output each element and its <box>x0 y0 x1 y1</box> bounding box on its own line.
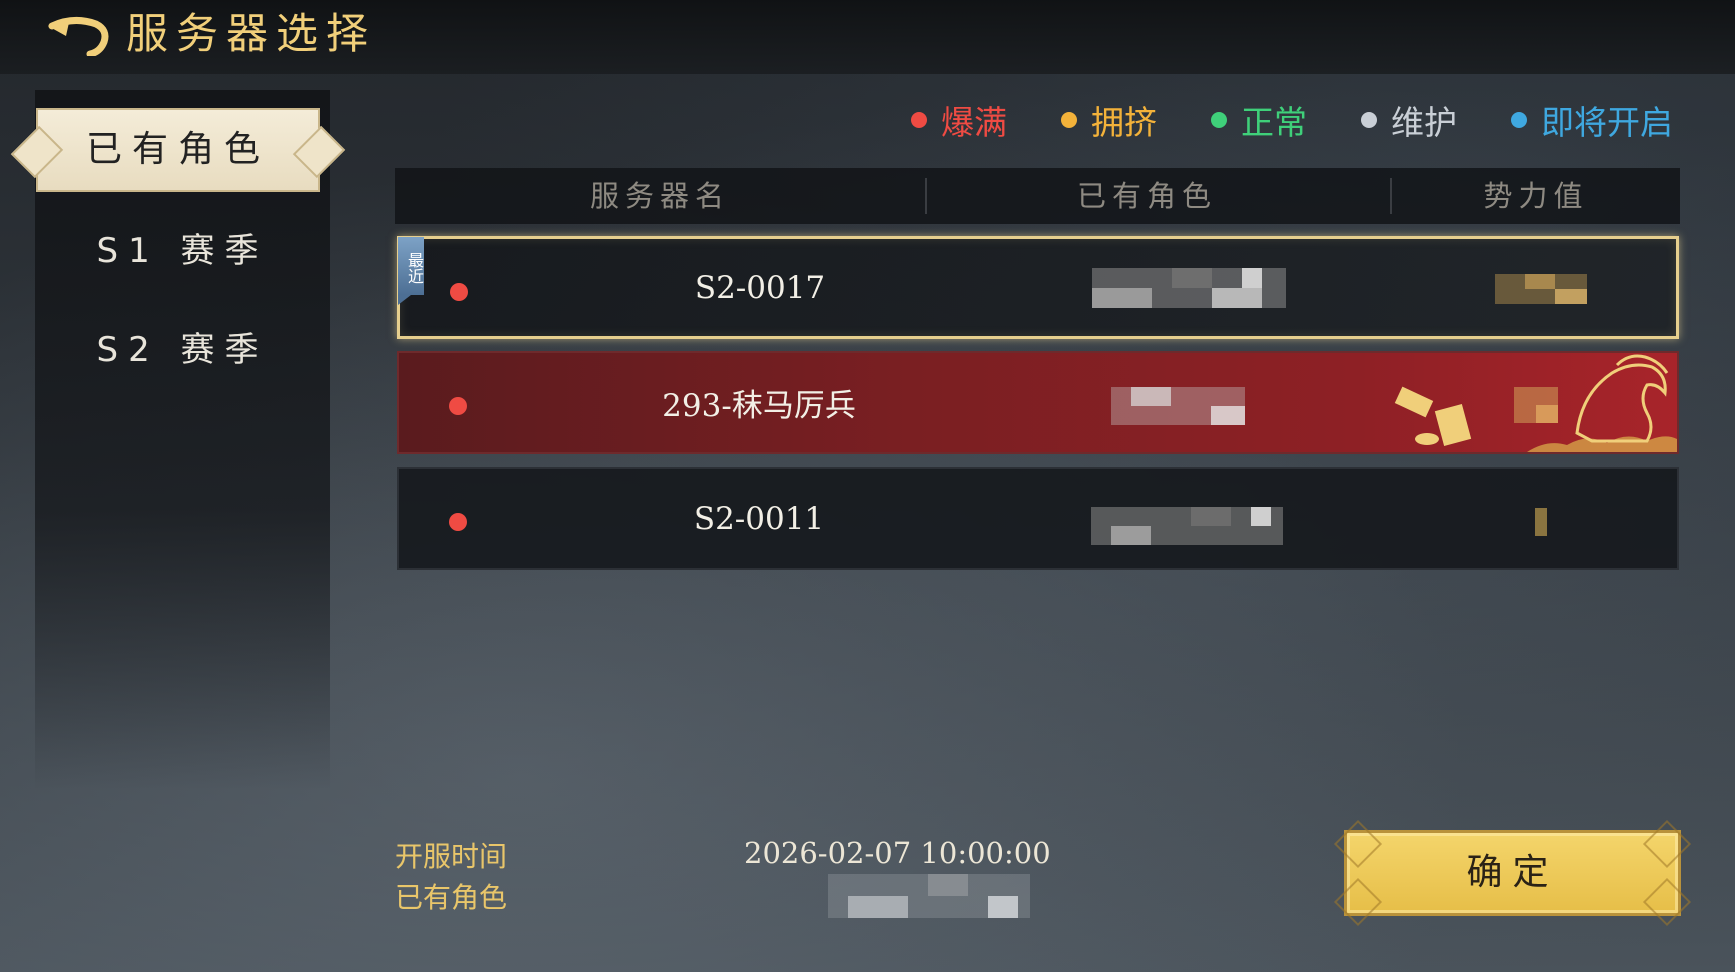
confirm-label: 确定 <box>1466 852 1559 893</box>
status-dot-icon <box>1361 112 1377 128</box>
redacted-role-info <box>1091 507 1283 545</box>
tab-existing-roles[interactable]: 已有角色 <box>28 108 328 192</box>
server-name: 293-秣马厉兵 <box>662 388 856 424</box>
legend-full: 爆满 <box>911 96 1007 144</box>
legend-label: 正常 <box>1241 103 1307 142</box>
server-name: S2-0011 <box>693 500 825 537</box>
legend-label: 爆满 <box>941 103 1007 142</box>
status-dot-icon <box>450 283 468 301</box>
open-time-label: 开服时间 <box>395 840 508 873</box>
tab-s2-season[interactable]: S2 赛季 <box>35 315 330 385</box>
horse-decoration-icon <box>1394 354 1677 452</box>
tab-label: 已有角色 <box>85 129 270 170</box>
column-server-name: 服务器名 <box>589 179 730 213</box>
roles-label: 已有角色 <box>395 881 508 914</box>
status-dot-icon <box>449 513 467 531</box>
server-row-s2-0017[interactable]: 最近 S2-0017 <box>397 236 1679 339</box>
redacted-role-info <box>1092 268 1286 308</box>
tab-s1-season[interactable]: S1 赛季 <box>35 216 330 286</box>
server-row-293[interactable]: 293-秣马厉兵 <box>397 351 1679 454</box>
legend-label: 维护 <box>1391 103 1457 142</box>
recent-tag: 最近 <box>398 237 424 305</box>
redacted-role-info <box>1111 387 1245 425</box>
status-dot-icon <box>449 397 467 415</box>
back-button[interactable] <box>44 12 114 58</box>
sidebar <box>35 90 330 790</box>
open-time-value: 2026-02-07 10:00:00 <box>744 836 1051 870</box>
table-header: 服务器名 已有角色 势力值 <box>395 168 1680 224</box>
server-row-s2-0011[interactable]: S2-0011 <box>397 467 1679 570</box>
status-dot-icon <box>1511 112 1527 128</box>
page-title: 服务器选择 <box>126 9 377 58</box>
legend-label: 拥挤 <box>1091 103 1157 142</box>
redacted-power-value <box>1495 274 1587 304</box>
legend-label: 即将开启 <box>1541 103 1673 142</box>
redacted-power-value <box>1535 508 1547 536</box>
legend-opening-soon: 即将开启 <box>1511 96 1673 144</box>
confirm-button[interactable]: 确定 <box>1333 819 1692 927</box>
legend-maintenance: 维护 <box>1361 96 1457 144</box>
legend-normal: 正常 <box>1211 96 1307 144</box>
back-arrow-icon <box>48 17 109 58</box>
tab-label: S1 赛季 <box>96 231 269 271</box>
column-roles: 已有角色 <box>1076 179 1217 213</box>
server-name: S2-0017 <box>694 269 826 306</box>
legend-crowded: 拥挤 <box>1061 96 1157 144</box>
status-legend: 爆满 拥挤 正常 维护 即将开启 <box>911 96 1673 144</box>
status-dot-icon <box>1211 112 1227 128</box>
status-dot-icon <box>911 112 927 128</box>
column-power: 势力值 <box>1483 179 1589 213</box>
redacted-role-info <box>828 874 1030 918</box>
status-dot-icon <box>1061 112 1077 128</box>
tab-label: S2 赛季 <box>96 330 269 370</box>
